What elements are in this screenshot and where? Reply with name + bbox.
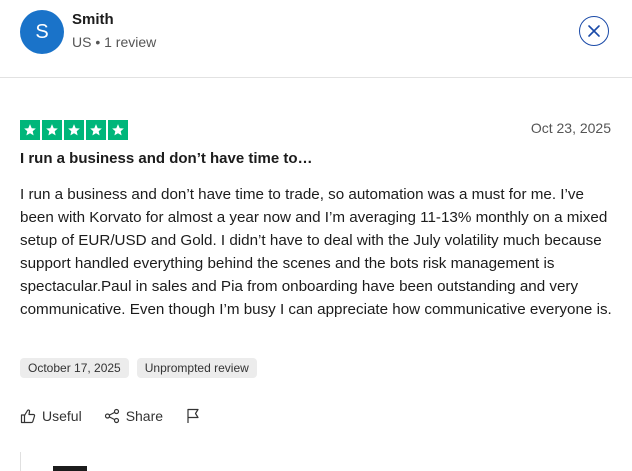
header-divider xyxy=(0,77,632,78)
flag-icon xyxy=(187,408,199,423)
review-date: Oct 23, 2025 xyxy=(530,120,611,136)
reviewer-header: S Smith US • 1 review xyxy=(0,0,632,78)
company-logo xyxy=(53,466,87,471)
close-button[interactable] xyxy=(579,16,609,46)
avatar: S xyxy=(20,10,64,54)
close-icon xyxy=(588,25,600,37)
star-icon xyxy=(86,120,106,140)
share-button[interactable]: Share xyxy=(104,408,163,424)
reviewer-name[interactable]: Smith xyxy=(72,11,114,28)
useful-label: Useful xyxy=(42,408,82,424)
useful-button[interactable]: Useful xyxy=(20,408,82,424)
review-type-badge[interactable]: Unprompted review xyxy=(136,358,257,378)
star-icon xyxy=(64,120,84,140)
reply-connector-line xyxy=(20,452,21,471)
star-icon xyxy=(108,120,128,140)
star-icon xyxy=(20,120,40,140)
report-button[interactable] xyxy=(185,408,201,424)
review-panel: S Smith US • 1 review Oct 23, 2025 I run… xyxy=(0,0,632,471)
review-actions: Useful Share xyxy=(20,408,223,424)
star-rating xyxy=(20,120,128,140)
experience-date-badge: October 17, 2025 xyxy=(20,358,129,378)
review-body: I run a business and don’t have time to … xyxy=(20,186,612,319)
share-label: Share xyxy=(125,408,164,424)
share-icon xyxy=(104,408,119,424)
thumbs-up-icon xyxy=(20,409,36,424)
star-icon xyxy=(42,120,62,140)
review-title: I run a business and don’t have time to… xyxy=(20,150,313,167)
review-tags: October 17, 2025 Unprompted review xyxy=(20,358,257,378)
reviewer-meta: US • 1 review xyxy=(72,34,157,50)
